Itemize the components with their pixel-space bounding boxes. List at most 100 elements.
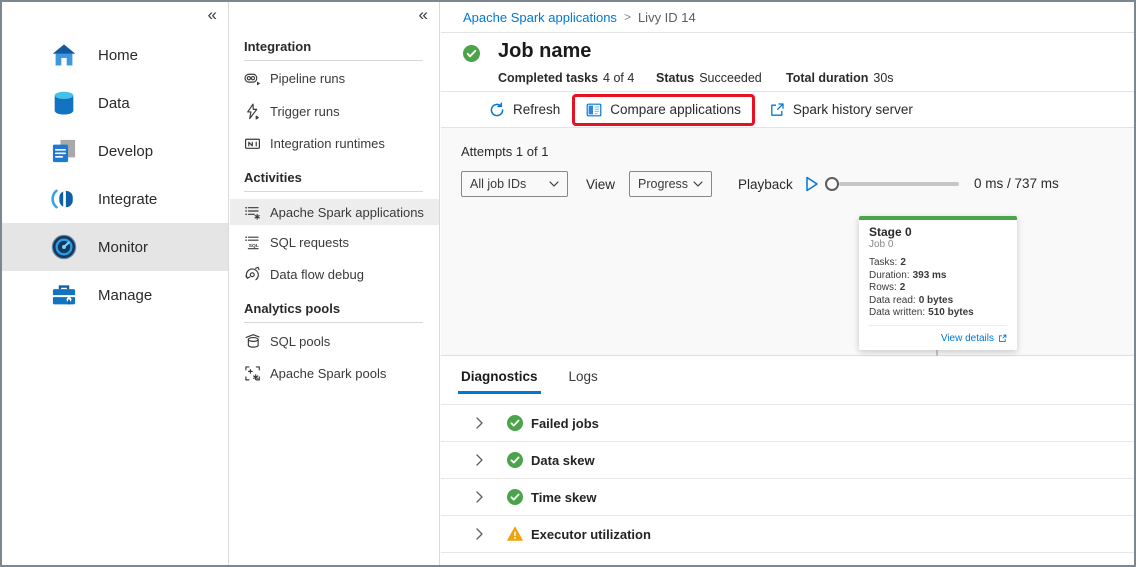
divider — [244, 191, 423, 192]
sidebar-item-develop[interactable]: Develop — [2, 127, 228, 175]
refresh-label: Refresh — [513, 102, 560, 117]
monitor-item-label: Apache Spark pools — [270, 366, 386, 381]
diagnostics-list: Failed jobs Data skew Time skew Executor… — [441, 404, 1134, 553]
monitor-item-label: Trigger runs — [270, 104, 340, 119]
monitor-item-label: Integration runtimes — [270, 136, 385, 151]
monitor-item-sql-requests[interactable]: SQL SQL requests — [230, 228, 439, 256]
tab-logs[interactable]: Logs — [566, 369, 601, 391]
stage-title: Stage 0 — [869, 225, 1007, 239]
spark-history-server-button[interactable]: Spark history server — [769, 102, 913, 118]
section-header-analytics-pools: Analytics pools — [244, 301, 423, 316]
diagnostic-row-time-skew[interactable]: Time skew — [441, 479, 1134, 516]
primary-sidebar-items: Home Data Develop Integrate Monitor Mana — [2, 31, 228, 319]
integration-runtimes-icon — [244, 135, 261, 152]
success-icon — [463, 45, 480, 62]
sql-requests-icon: SQL — [244, 234, 261, 251]
monitor-item-label: SQL requests — [270, 235, 349, 250]
monitor-item-sql-pools[interactable]: SQL pools — [230, 327, 439, 355]
view-details-link[interactable]: View details — [859, 329, 1017, 350]
refresh-button[interactable]: Refresh — [489, 102, 560, 118]
diagnostic-row-executor-utilization[interactable]: Executor utilization — [441, 516, 1134, 553]
sidebar-item-monitor[interactable]: Monitor — [2, 223, 228, 271]
divider — [244, 60, 423, 61]
stat-status: StatusSucceeded — [656, 71, 762, 85]
integrate-icon — [50, 185, 78, 213]
sidebar-item-data[interactable]: Data — [2, 79, 228, 127]
refresh-icon — [489, 102, 505, 118]
tab-diagnostics[interactable]: Diagnostics — [458, 369, 541, 394]
sidebar-item-label: Manage — [98, 287, 152, 304]
data-flow-debug-icon — [244, 266, 261, 283]
spark-history-server-label: Spark history server — [793, 102, 913, 117]
breadcrumb-separator: > — [624, 10, 631, 24]
pipeline-runs-icon — [244, 70, 261, 87]
monitor-sidebar: « Integration Pipeline runs Trigger runs… — [230, 2, 440, 565]
compare-applications-icon — [586, 102, 602, 118]
stage-data-read: Data read:0 bytes — [869, 295, 1007, 308]
external-link-icon — [769, 102, 785, 118]
playback-time: 0 ms / 737 ms — [974, 176, 1059, 191]
spark-applications-icon — [244, 204, 261, 221]
sidebar-item-label: Data — [98, 95, 130, 112]
stat-completed-tasks: Completed tasks4 of 4 — [498, 71, 634, 85]
monitor-item-integration-runtimes[interactable]: Integration runtimes — [230, 129, 439, 157]
home-icon — [50, 41, 78, 69]
synapse-monitor-window: « Home Data Develop Integrate Monitor — [0, 0, 1136, 567]
stage-tasks: Tasks:2 — [869, 257, 1007, 270]
trigger-runs-icon — [244, 103, 261, 120]
monitor-item-apache-spark-applications[interactable]: Apache Spark applications — [230, 199, 439, 225]
sidebar-item-home[interactable]: Home — [2, 31, 228, 79]
sidebar-item-label: Develop — [98, 143, 153, 160]
monitor-item-apache-spark-pools[interactable]: Apache Spark pools — [230, 359, 439, 387]
sidebar-item-manage[interactable]: Manage — [2, 271, 228, 319]
section-header-integration: Integration — [244, 39, 423, 54]
collapse-primary-sidebar-icon[interactable]: « — [208, 6, 217, 23]
svg-text:SQL: SQL — [249, 242, 259, 248]
collapse-monitor-sidebar-icon[interactable]: « — [419, 6, 428, 23]
diagnostic-label: Failed jobs — [531, 416, 599, 431]
playback-slider-track[interactable] — [839, 182, 959, 186]
chevron-right-icon — [474, 417, 485, 429]
diagnostic-row-failed-jobs[interactable]: Failed jobs — [441, 405, 1134, 442]
diagnostic-label: Time skew — [531, 490, 597, 505]
playback-slider-handle[interactable] — [825, 177, 839, 191]
stage-tooltip-card: Stage 0 Job 0 Tasks:2 Duration:393 ms Ro… — [859, 216, 1017, 350]
view-dropdown-value: Progress — [638, 177, 688, 191]
attempts-label: Attempts 1 of 1 — [461, 144, 548, 159]
breadcrumb: Apache Spark applications > Livy ID 14 — [441, 2, 1134, 33]
success-icon — [507, 452, 523, 468]
chevron-right-icon — [474, 491, 485, 503]
database-icon — [50, 89, 78, 117]
section-header-activities: Activities — [244, 170, 423, 185]
monitor-item-label: Pipeline runs — [270, 71, 345, 86]
chevron-right-icon — [474, 528, 485, 540]
toolbar: Refresh Compare applications Spark histo… — [441, 92, 1134, 128]
spark-pools-icon — [244, 365, 261, 382]
monitor-item-pipeline-runs[interactable]: Pipeline runs — [230, 64, 439, 92]
manage-icon — [50, 281, 78, 309]
breadcrumb-parent-link[interactable]: Apache Spark applications — [463, 10, 617, 25]
play-icon[interactable] — [805, 176, 819, 192]
playback-label: Playback — [738, 177, 793, 192]
compare-applications-button[interactable]: Compare applications — [586, 102, 741, 118]
view-label: View — [586, 177, 615, 192]
view-dropdown[interactable]: Progress — [629, 171, 712, 197]
stage-data-written: Data written:510 bytes — [869, 307, 1007, 320]
stage-duration: Duration:393 ms — [869, 270, 1007, 283]
monitor-icon — [50, 233, 78, 261]
diagnostic-label: Data skew — [531, 453, 595, 468]
monitor-item-trigger-runs[interactable]: Trigger runs — [230, 97, 439, 125]
sidebar-item-label: Monitor — [98, 239, 148, 256]
monitor-item-label: SQL pools — [270, 334, 330, 349]
monitor-item-label: Data flow debug — [270, 267, 364, 282]
attempts-panel: Attempts 1 of 1 All job IDs View Progres… — [441, 128, 1134, 356]
monitor-item-data-flow-debug[interactable]: Data flow debug — [230, 260, 439, 288]
sidebar-item-label: Home — [98, 47, 138, 64]
diagnostic-row-data-skew[interactable]: Data skew — [441, 442, 1134, 479]
divider — [869, 325, 1007, 326]
job-id-filter-dropdown[interactable]: All job IDs — [461, 171, 568, 197]
sidebar-item-label: Integrate — [98, 191, 157, 208]
sidebar-item-integrate[interactable]: Integrate — [2, 175, 228, 223]
chevron-down-icon — [549, 181, 559, 187]
warning-icon — [507, 526, 523, 542]
